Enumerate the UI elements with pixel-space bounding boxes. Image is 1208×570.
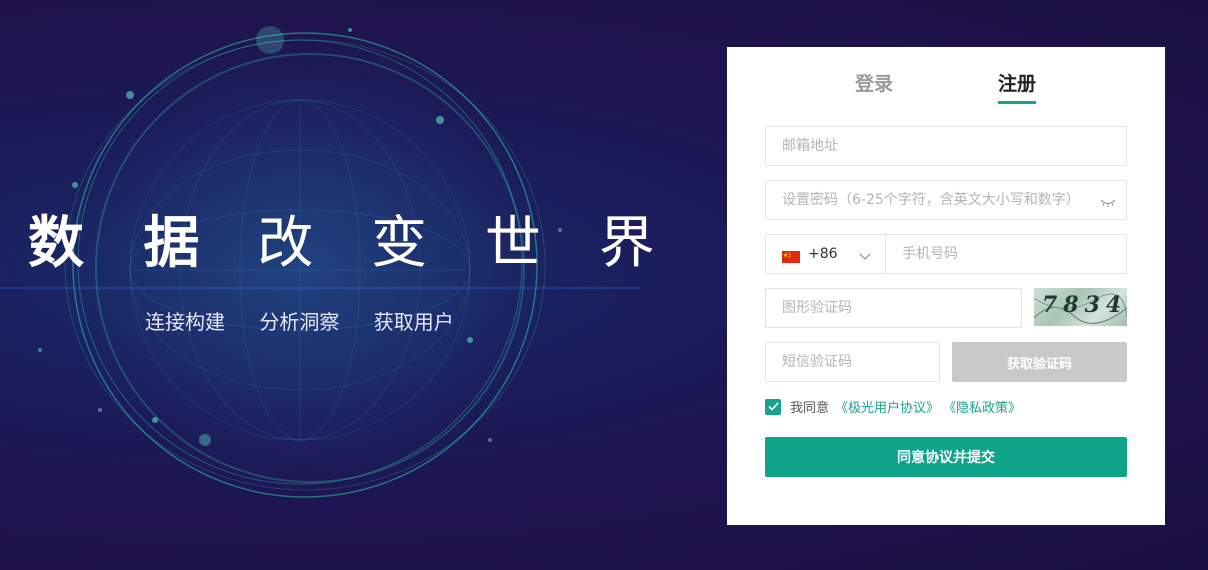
- captcha-field: [765, 288, 1022, 328]
- privacy-link[interactable]: 《隐私政策》: [943, 397, 1021, 416]
- eye-closed-icon[interactable]: [1100, 193, 1116, 212]
- sms-code-input[interactable]: [766, 343, 939, 381]
- auth-tabs: 登录 注册: [727, 47, 1165, 107]
- check-icon: [767, 402, 779, 411]
- register-panel: 登录 注册 +86 7834 获取验证码: [727, 47, 1165, 525]
- phone-field: +86: [765, 234, 1127, 274]
- submit-button[interactable]: 同意协议并提交: [765, 437, 1127, 477]
- email-input[interactable]: [766, 127, 1126, 165]
- headline-light: 改 变 世 界: [257, 211, 675, 276]
- get-sms-code-button[interactable]: 获取验证码: [952, 342, 1127, 382]
- captcha-input[interactable]: [766, 289, 1021, 327]
- tab-register[interactable]: 注册: [998, 69, 1037, 104]
- tab-login[interactable]: 登录: [855, 69, 893, 96]
- agreement-row: 我同意 《极光用户协议》 《隐私政策》: [765, 397, 1025, 416]
- china-flag-icon: [782, 248, 800, 263]
- terms-link[interactable]: 《极光用户协议》: [835, 397, 939, 416]
- country-code-value: +86: [808, 246, 838, 262]
- captcha-image[interactable]: 7834: [1034, 288, 1127, 326]
- sms-code-field: [765, 342, 940, 382]
- password-field: [765, 180, 1127, 220]
- agree-label: 我同意: [790, 401, 830, 416]
- feature-analyze: 分析洞察: [259, 310, 340, 334]
- password-input[interactable]: [766, 181, 1126, 219]
- email-field: [765, 126, 1127, 166]
- feature-acquire: 获取用户: [373, 310, 454, 334]
- feature-connect: 连接构建: [145, 310, 225, 334]
- hero-headline: 数 据 改 变 世 界: [28, 198, 675, 279]
- hero-globe-graphic: [0, 26, 640, 498]
- chevron-down-icon: [859, 245, 871, 264]
- captcha-text: 7834: [1042, 292, 1127, 318]
- agree-checkbox[interactable]: [765, 398, 781, 415]
- headline-bold: 数 据: [28, 211, 220, 276]
- country-code-select[interactable]: +86: [766, 235, 886, 273]
- phone-input[interactable]: [886, 235, 1126, 273]
- hero-features: 连接构建 分析洞察 获取用户: [145, 306, 482, 335]
- phone-input-wrap: [886, 235, 1126, 273]
- hero-section: 数 据 改 变 世 界 连接构建 分析洞察 获取用户: [0, 0, 700, 570]
